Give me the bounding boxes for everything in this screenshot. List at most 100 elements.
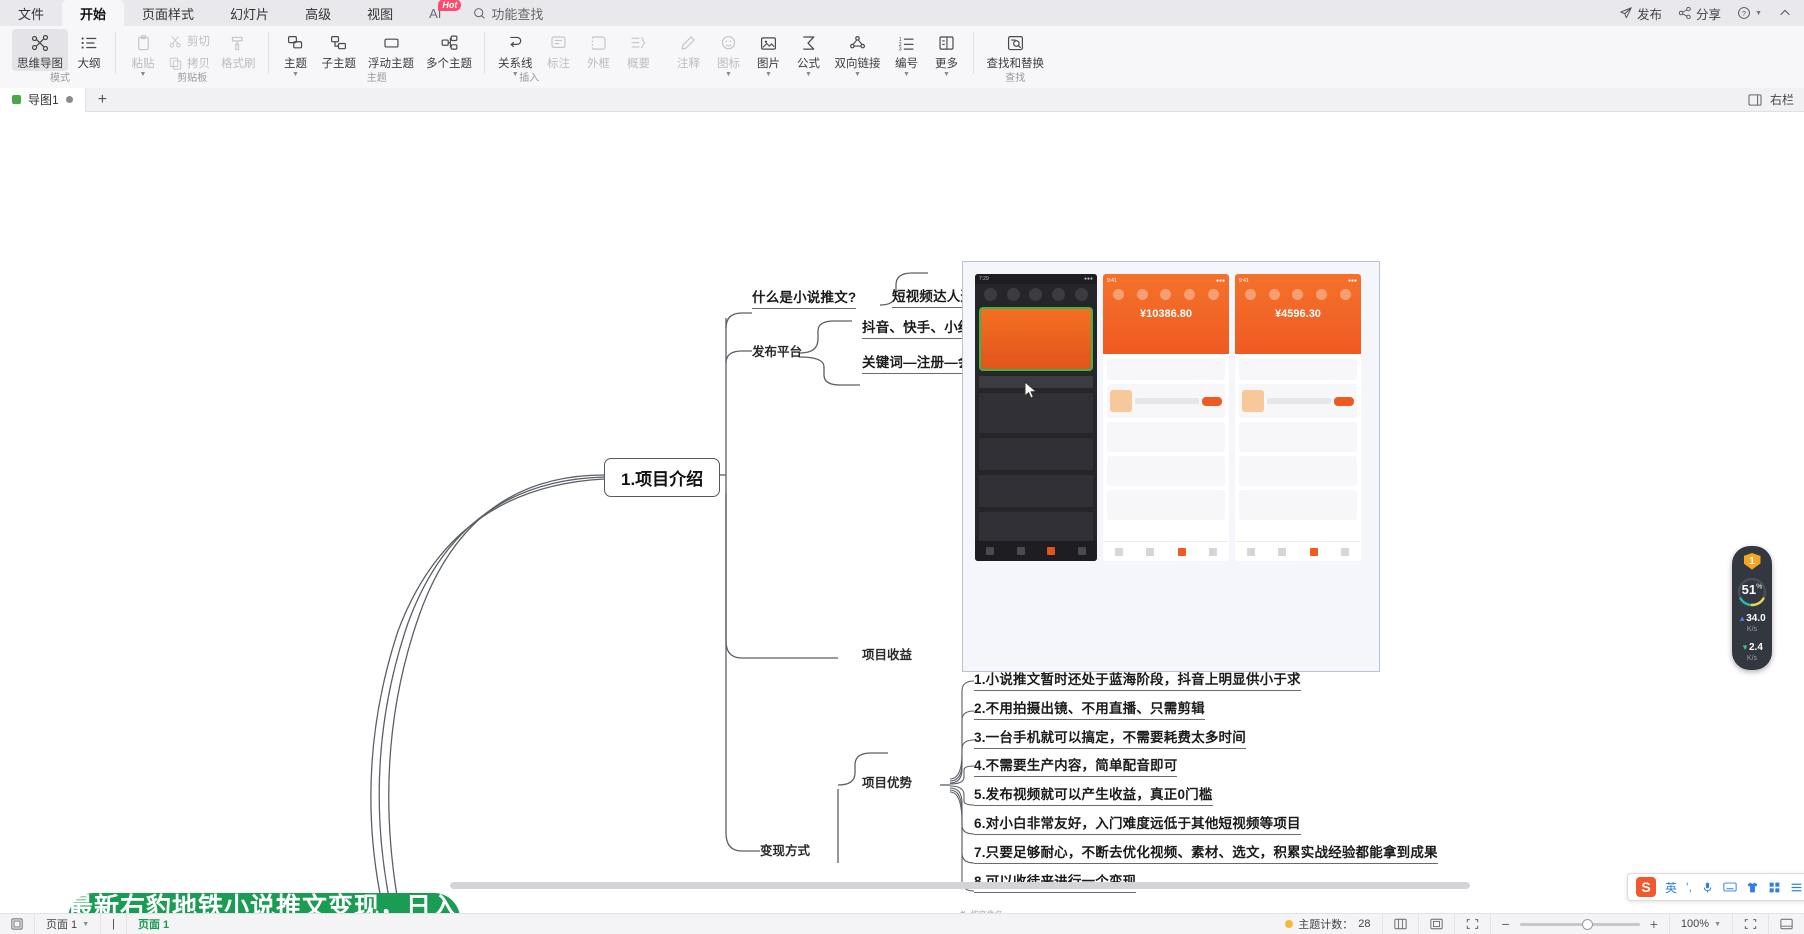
relation-line-button[interactable]: 关系线 ▼ — [493, 29, 538, 78]
fit-page-button[interactable] — [1419, 914, 1455, 934]
multi-topic-button[interactable]: 多个主题 — [421, 29, 477, 71]
tab-label: 文件 — [18, 4, 44, 23]
outline-mode-button[interactable]: 大纲 — [70, 29, 108, 71]
node-what-is-novel-promo[interactable]: 什么是小说推文? — [752, 286, 856, 309]
menu-icon[interactable] — [1790, 881, 1803, 894]
skin-icon[interactable] — [1746, 881, 1759, 894]
node-publish-platform[interactable]: 发布平台 — [752, 341, 802, 360]
bidirectional-link-button[interactable]: 双向链接 ▼ — [830, 29, 886, 78]
document-tab-mindmap1[interactable]: 导图1 — [0, 88, 86, 112]
right-pane-label[interactable]: 右栏 — [1770, 91, 1794, 108]
share-button[interactable]: 分享 — [1678, 4, 1721, 23]
node-advantage-7[interactable]: 7.只要足够耐心，不断去优化视频、素材、选文，积累实战经验都能拿到成果 — [974, 841, 1438, 864]
mindmap-mode-button[interactable]: 思维导图 — [12, 29, 68, 71]
paste-icon — [134, 32, 153, 54]
zoom-slider-knob[interactable] — [1582, 919, 1593, 930]
horizontal-scrollbar[interactable] — [450, 882, 1470, 889]
bidirectional-link-caret-icon[interactable]: ▼ — [854, 72, 861, 78]
callout-button[interactable]: 标注 — [540, 29, 578, 71]
tab-slides[interactable]: 幻灯片 — [212, 0, 287, 26]
outer-frame-button[interactable]: 外框 — [580, 29, 618, 71]
paste-button[interactable]: 粘贴 ▼ — [124, 29, 162, 78]
node-advantage-6[interactable]: 6.对小白非常友好，入门难度远低于其他短视频等项目 — [974, 812, 1301, 835]
function-search[interactable]: 功能查找 — [459, 0, 557, 26]
right-pane-icon[interactable] — [1748, 94, 1762, 106]
node-advantage-4[interactable]: 4.不需要生产内容，简单配音即可 — [974, 754, 1177, 777]
find-replace-label: 查找和替换 — [987, 55, 1045, 71]
more-caret-icon[interactable]: ▼ — [943, 72, 950, 78]
tab-advanced[interactable]: 高级 — [287, 0, 349, 26]
node-monetization[interactable]: 变现方式 — [760, 840, 810, 859]
numbering-label: 编号 — [895, 55, 918, 71]
mindmap-root-node[interactable]: 1.项目介绍 — [604, 458, 720, 497]
download-value: 2.4 — [1749, 642, 1763, 653]
tab-home[interactable]: 开始 — [62, 0, 124, 26]
expand-view-button[interactable] — [1733, 914, 1769, 934]
comment-button[interactable]: 注释 — [670, 29, 708, 71]
shield-icon[interactable]: 1 — [1744, 553, 1761, 570]
subtopic-icon — [329, 32, 348, 54]
node-advantage-5[interactable]: 5.发布视频就可以产生收益，真正0门槛 — [974, 783, 1213, 806]
apps-icon[interactable] — [1768, 881, 1781, 894]
current-page-indicator[interactable]: 页面 1 — [127, 914, 180, 934]
mindmap-canvas[interactable]: 1.项目介绍 什么是小说推文? 短视频达人通过各媒体平台发布关于小说内容的视频 … — [0, 113, 1804, 913]
page-view-button[interactable] — [0, 914, 35, 934]
ime-toolbar[interactable]: S 英 ‘, — [1627, 873, 1804, 901]
network-speed-widget[interactable]: 1 51% ▲34.0 K/s ▼2.4 K/s — [1732, 546, 1772, 670]
find-replace-button[interactable]: 查找和替换 — [982, 29, 1050, 71]
tab-view[interactable]: 视图 — [349, 0, 411, 26]
floating-topic-button[interactable]: 浮动主题 — [363, 29, 419, 71]
mic-icon[interactable] — [1701, 881, 1714, 894]
app-window: 文件 开始 页面样式 幻灯片 高级 视图 AI Hot 功能查找 发布 分享 ?… — [0, 0, 1804, 934]
punctuation-icon[interactable]: ‘, — [1686, 880, 1692, 894]
formula-button[interactable]: 公式 ▼ — [790, 29, 828, 78]
relation-line-label: 关系线 — [498, 55, 533, 71]
publish-button[interactable]: 发布 — [1619, 4, 1662, 23]
numbering-button[interactable]: 123 编号 ▼ — [888, 29, 926, 78]
tab-ai[interactable]: AI Hot — [411, 0, 459, 26]
tab-file[interactable]: 文件 — [0, 0, 62, 26]
summary-button[interactable]: 概要 — [620, 29, 658, 71]
node-label: 7.只要足够耐心，不断去优化视频、素材、选文，积累实战经验都能拿到成果 — [974, 845, 1438, 860]
zoom-controls[interactable]: − + — [1491, 914, 1670, 934]
page-selector-label: 页面 1 — [46, 916, 77, 932]
copy-button[interactable]: 拷贝 — [164, 54, 214, 72]
node-project-advantage[interactable]: 项目优势 — [862, 772, 912, 791]
search-icon — [473, 7, 486, 20]
map-view-button[interactable] — [1383, 914, 1419, 934]
page-selector[interactable]: 页面 1 ▼ — [35, 914, 101, 934]
topic-button[interactable]: 主题 ▼ — [277, 29, 315, 78]
new-document-button[interactable]: + — [86, 91, 119, 109]
numbering-caret-icon[interactable]: ▼ — [903, 72, 910, 78]
zoom-slider[interactable] — [1520, 923, 1640, 926]
presentation-button[interactable] — [1769, 914, 1804, 934]
docbar-right-actions: 右栏 — [1748, 91, 1804, 108]
document-tab-label: 导图1 — [28, 91, 59, 108]
node-project-income[interactable]: 项目收益 — [862, 644, 912, 663]
image-button[interactable]: 图片 ▼ — [750, 29, 788, 78]
floating-topic-label: 浮动主题 — [368, 55, 414, 71]
zoom-in-button[interactable]: + — [1650, 916, 1658, 932]
theme-count-label: 主题计数： — [1298, 916, 1353, 932]
format-painter-button[interactable]: 格式刷 — [216, 29, 261, 71]
tab-label: 页面样式 — [142, 4, 194, 23]
sogou-logo-icon[interactable]: S — [1636, 877, 1656, 897]
share-icon — [1678, 6, 1692, 20]
help-button[interactable]: ? ▼ — [1737, 6, 1762, 20]
embedded-screenshot-image[interactable]: 7:29●●● — [962, 261, 1380, 672]
formula-caret-icon[interactable]: ▼ — [805, 72, 812, 78]
cpu-usage-ring: 51% — [1736, 576, 1768, 604]
node-advantage-3[interactable]: 3.一台手机就可以搞定，不需要耗费太多时间 — [974, 726, 1246, 749]
zoom-level[interactable]: 100% ▼ — [1670, 914, 1733, 934]
zoom-out-button[interactable]: − — [1502, 916, 1510, 932]
collapse-ribbon-button[interactable] — [1778, 6, 1792, 20]
cut-button[interactable]: 剪切 — [164, 32, 214, 50]
more-button[interactable]: 更多 ▼ — [928, 29, 966, 78]
node-advantage-2[interactable]: 2.不用拍摄出镜、不用直播、只需剪辑 — [974, 697, 1205, 720]
ime-mode-button[interactable]: 英 — [1665, 879, 1677, 896]
tab-page-style[interactable]: 页面样式 — [124, 0, 212, 26]
subtopic-button[interactable]: 子主题 — [317, 29, 362, 71]
fullscreen-button[interactable] — [1455, 914, 1491, 934]
sticker-button[interactable]: 图标 ▼ — [710, 29, 748, 78]
keyboard-icon[interactable] — [1723, 881, 1737, 893]
